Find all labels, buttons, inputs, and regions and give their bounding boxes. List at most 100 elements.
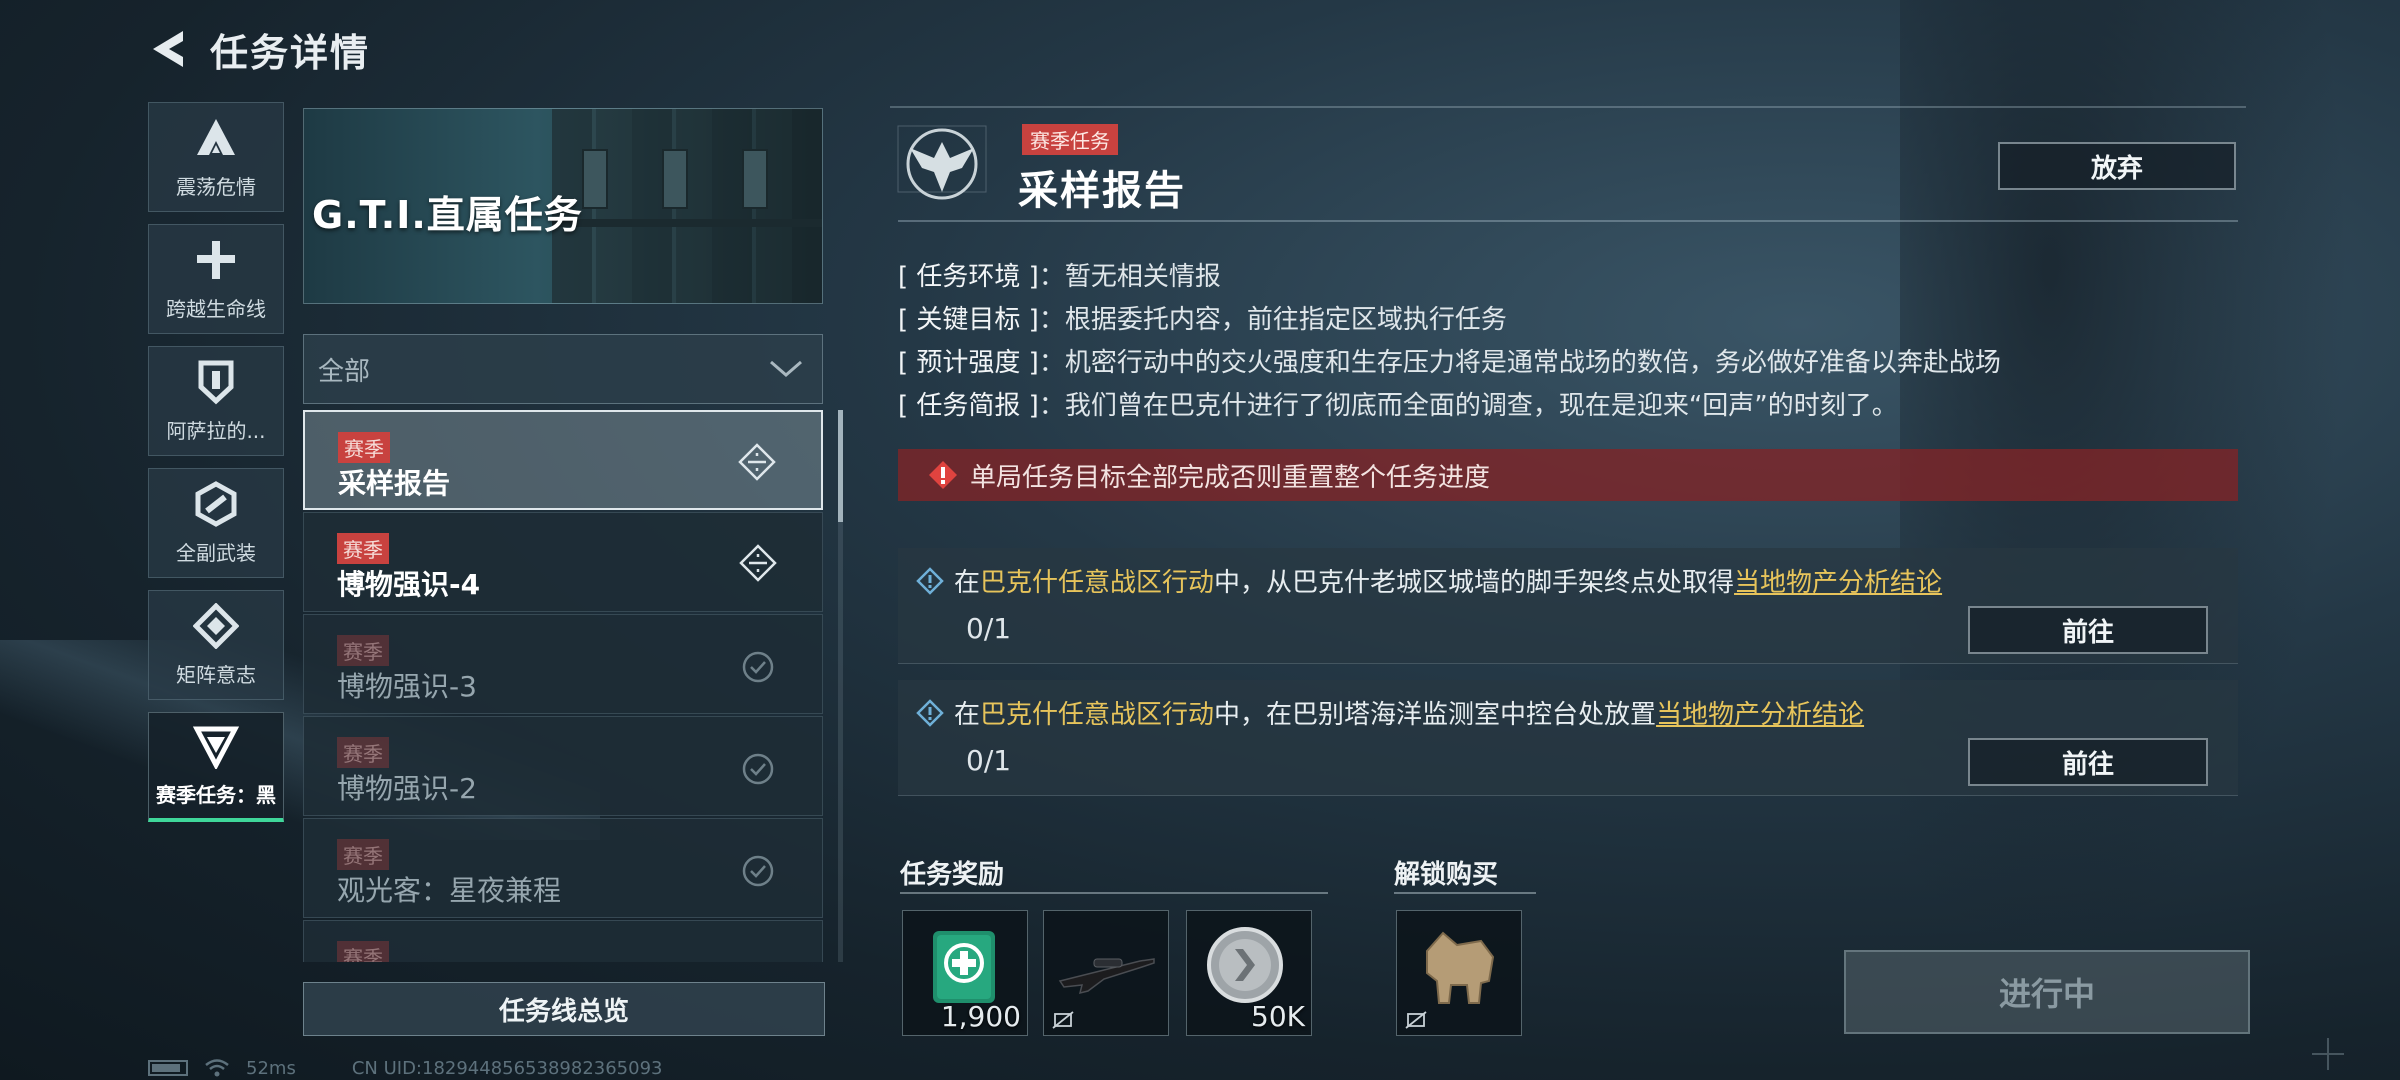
season-tag: 赛季 <box>337 533 389 564</box>
mission-line-banner: G.T.I.直属任务 <box>303 108 823 304</box>
objective-item-link[interactable]: 当地物产分析结论 <box>1734 568 1942 598</box>
season-tag: 赛季 <box>338 432 390 463</box>
rail-item-label: 矩阵意志 <box>176 662 256 687</box>
check-medal-icon <box>742 753 774 785</box>
rewards-title: 任务奖励 <box>900 860 1005 890</box>
mission-item[interactable]: 赛季 博物强识-2 <box>303 716 823 816</box>
untradable-icon <box>1052 1011 1074 1029</box>
info-row: [ 任务环境 ]：暂无相关情报 <box>898 256 2001 299</box>
info-value: ：机密行动中的交火强度和生存压力将是通常战场的数倍，务必做好准备以奔赴战场 <box>1038 348 2001 378</box>
untradable-icon <box>1405 1011 1427 1029</box>
filter-selected-value: 全部 <box>318 356 371 387</box>
crate-image <box>552 109 822 303</box>
season-tag: 赛季 <box>337 941 389 962</box>
info-key: [ 任务简报 ] <box>898 391 1039 421</box>
objective-description: 在巴克什任意战区行动中，在巴别塔海洋监测室中控台处放置当地物产分析结论 <box>916 694 1864 731</box>
mission-list-scrollbar[interactable] <box>838 410 843 962</box>
mission-name: 博物强识-3 <box>337 670 477 703</box>
unlock-rule <box>1394 892 1536 894</box>
info-row: [ 任务简报 ]：我们曾在巴克什进行了彻底而全面的调查，现在是迎来“回声”的时刻… <box>898 385 2001 428</box>
check-medal-icon <box>742 651 774 683</box>
mission-info: [ 任务环境 ]：暂无相关情报 [ 关键目标 ]：根据委托内容，前往指定区域执行… <box>898 256 2001 428</box>
rail-item-juzhen[interactable]: 矩阵意志 <box>148 590 284 700</box>
eagle-emblem-icon <box>897 125 987 200</box>
season-mission-tag: 赛季任务 <box>1022 124 1118 155</box>
objective-progress: 0/1 <box>966 612 1012 645</box>
mission-name: 观光客：星夜兼程 <box>337 874 562 907</box>
target-diamond-icon <box>739 544 777 582</box>
uid-text: CN UID:18294485653898236​5093 <box>351 1057 663 1079</box>
reward-item-medkit[interactable]: 1,900 <box>902 910 1028 1036</box>
season-tag: 赛季 <box>337 737 389 768</box>
back-arrow-icon <box>153 31 183 67</box>
rail-item-season[interactable]: 赛季任务：黑 <box>148 712 284 822</box>
unlock-title: 解锁购买 <box>1394 860 1499 890</box>
rail-item-asala[interactable]: 阿萨拉的... <box>148 346 284 456</box>
abandon-button[interactable]: 放弃 <box>1998 142 2236 190</box>
mission-item[interactable]: 赛季 博物强识-4 <box>303 512 823 612</box>
go-button[interactable]: 前往 <box>1968 738 2208 786</box>
mission-item[interactable]: 赛季 观光客：星夜兼程 <box>303 818 823 918</box>
info-diamond-icon <box>916 566 944 595</box>
crate-band <box>552 219 822 227</box>
check-medal-icon <box>742 855 774 887</box>
back-button[interactable] <box>148 26 190 72</box>
mission-name: 采样报告 <box>338 467 451 500</box>
shield-icon <box>198 360 234 404</box>
target-diamond-icon <box>738 443 776 481</box>
unlock-item-artifact[interactable] <box>1396 910 1522 1036</box>
rail-item-zhendang[interactable]: 震荡危情 <box>148 102 284 212</box>
matrix-diamond-icon <box>193 602 239 649</box>
info-row: [ 关键目标 ]：根据委托内容，前往指定区域执行任务 <box>898 299 2001 342</box>
delta-a-icon <box>197 118 235 155</box>
objective-row: 在巴克什任意战区行动中，在巴别塔海洋监测室中控台处放置当地物产分析结论 0/1 … <box>898 680 2238 796</box>
info-value: ：根据委托内容，前往指定区域执行任务 <box>1038 305 1507 335</box>
info-key: [ 预计强度 ] <box>898 348 1039 378</box>
detail-top-rule <box>890 106 2246 108</box>
season-triangle-icon <box>193 726 239 769</box>
reward-item-rifle[interactable] <box>1043 910 1169 1036</box>
mission-item[interactable]: 赛季 采样报告 <box>303 410 823 510</box>
objective-row: 在巴克什任意战区行动中，从巴克什老城区城墙的脚手架终点处取得当地物产分析结论 0… <box>898 548 2238 664</box>
in-progress-status-button: 进行中 <box>1844 950 2250 1034</box>
mission-item[interactable]: 赛季 <box>303 920 823 962</box>
crate-latch <box>662 149 688 209</box>
go-button[interactable]: 前往 <box>1968 606 2208 654</box>
reward-amount: 50K <box>1251 1000 1305 1033</box>
scrollbar-thumb[interactable] <box>838 410 843 522</box>
info-key: [ 关键目标 ] <box>898 305 1039 335</box>
info-value: ：我们曾在巴克什进行了彻底而全面的调查，现在是迎来“回声”的时刻了。 <box>1038 391 1898 421</box>
objective-pre: 在 <box>954 568 981 598</box>
objective-mid: 中，在巴别塔海洋监测室中控台处放置 <box>1214 700 1657 730</box>
battery-icon <box>148 1060 188 1076</box>
rail-item-kuayue[interactable]: 跨越生命线 <box>148 224 284 334</box>
objective-progress: 0/1 <box>966 744 1012 777</box>
status-bar: 52ms CN UID:18294485653898236​5093 <box>148 1056 663 1080</box>
crate-latch <box>742 149 768 209</box>
mission-line-overview-button[interactable]: 任务线总览 <box>303 982 825 1036</box>
rail-item-label: 赛季任务：黑 <box>156 783 276 807</box>
warning-banner: 单局任务目标全部完成否则重置整个任务进度 <box>898 449 2238 501</box>
mission-item[interactable]: 赛季 博物强识-3 <box>303 614 823 714</box>
filter-dropdown[interactable]: 全部 <box>303 334 823 404</box>
reward-item-coin[interactable]: 50K <box>1186 910 1312 1036</box>
crosshair-icon <box>2312 1038 2344 1070</box>
wifi-icon <box>205 1059 229 1077</box>
rail-item-quanfu[interactable]: 全副武装 <box>148 468 284 578</box>
plus-cross-icon <box>197 240 235 279</box>
rail-item-label: 跨越生命线 <box>166 296 266 321</box>
reward-amount: 1,900 <box>940 1000 1021 1033</box>
alert-icon <box>929 461 957 489</box>
banner-title: G.T.I.直属任务 <box>312 193 583 237</box>
info-key: [ 任务环境 ] <box>898 262 1039 292</box>
rewards-rule <box>900 892 1328 894</box>
mission-name: 博物强识-2 <box>337 772 477 805</box>
objective-item-link[interactable]: 当地物产分析结论 <box>1656 700 1864 730</box>
armor-hex-icon <box>195 480 237 527</box>
rail-item-label: 阿萨拉的... <box>166 418 266 443</box>
category-rail: 震荡危情 跨越生命线 阿萨拉的... 全副武装 矩阵意志 赛季任务：黑 <box>148 102 284 834</box>
info-diamond-icon <box>916 698 944 727</box>
objective-highlight: 巴克什任意战区行动 <box>980 700 1215 730</box>
title-rule <box>898 220 2238 222</box>
rail-item-label: 震荡危情 <box>176 174 256 199</box>
